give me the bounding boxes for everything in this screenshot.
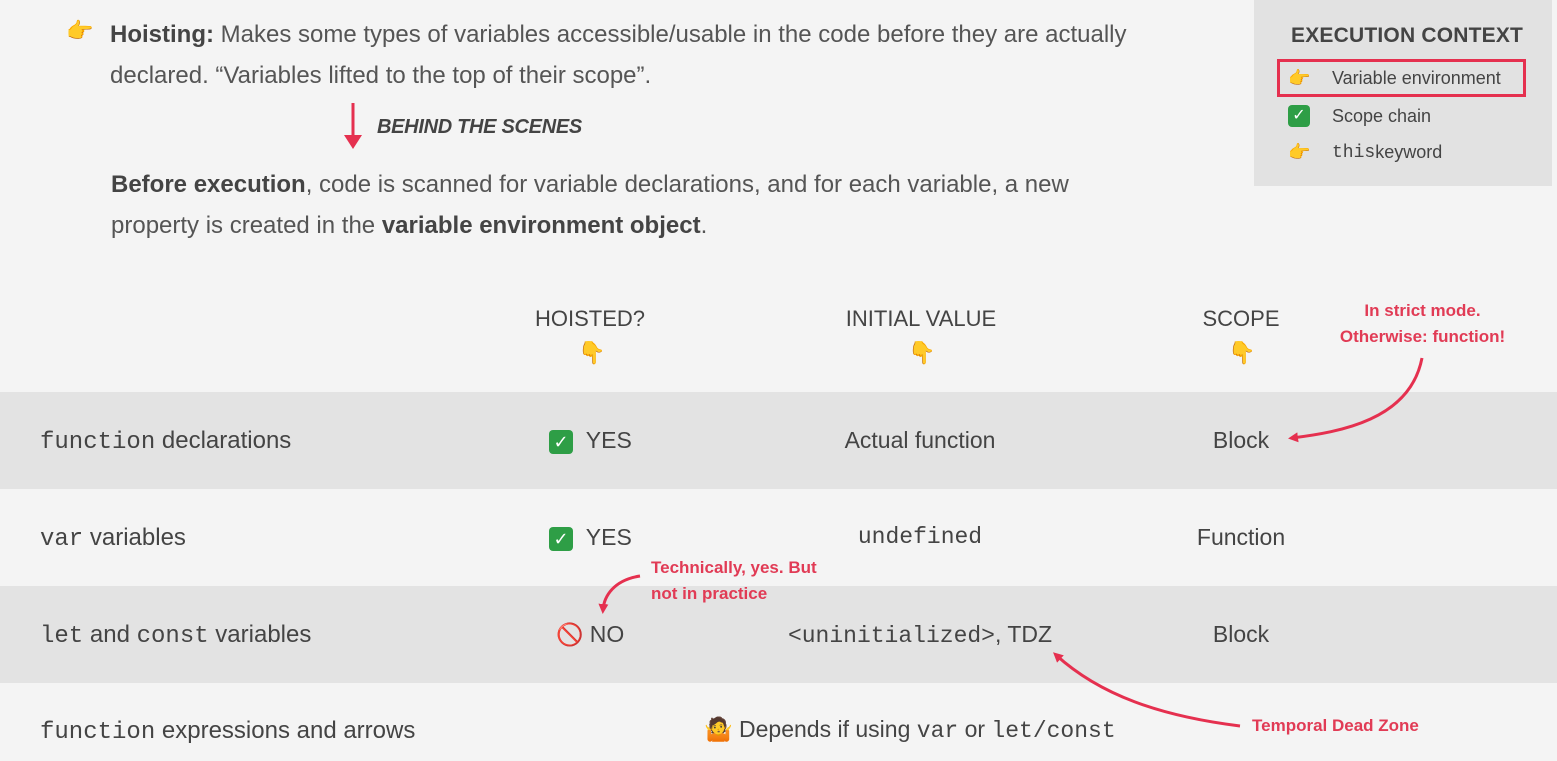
strict-mode-arrow (1288, 357, 1424, 443)
technically-arrow (598, 574, 641, 614)
tdz-arrow (1053, 652, 1241, 728)
annotation-arrows (598, 357, 1424, 728)
